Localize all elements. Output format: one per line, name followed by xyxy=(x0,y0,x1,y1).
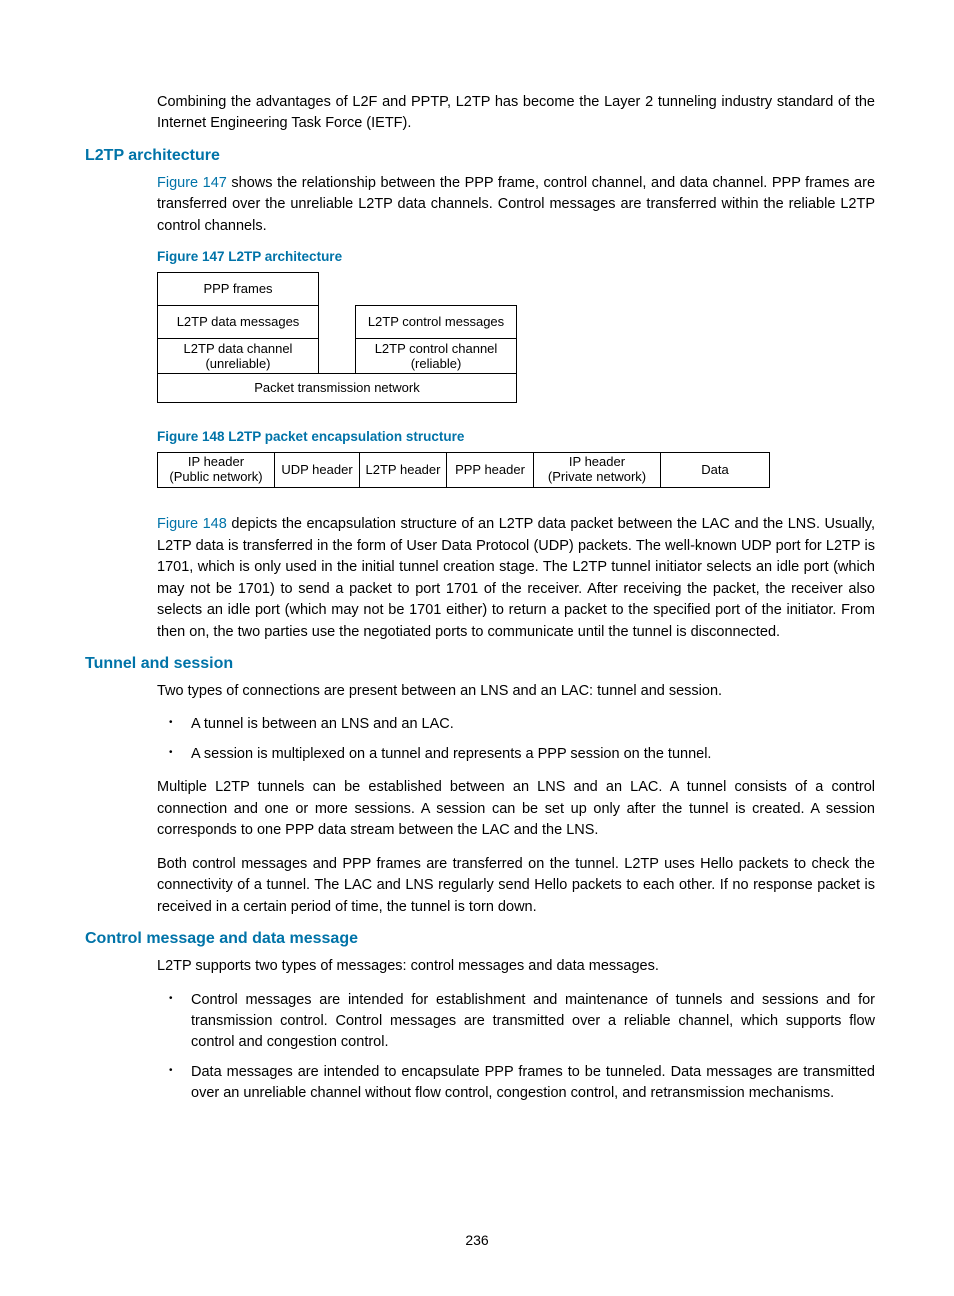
arch-p2: Figure 148 depicts the encapsulation str… xyxy=(157,514,875,643)
tunnel-p1: Two types of connections are present bet… xyxy=(157,681,875,702)
heading-tunnel-session: Tunnel and session xyxy=(85,655,875,673)
fig147-control-channel: L2TP control channel (reliable) xyxy=(355,338,517,374)
tunnel-bullet-1: A tunnel is between an LNS and an LAC. xyxy=(157,714,875,735)
heading-control-data-message: Control message and data message xyxy=(85,930,875,948)
fig148-l2tp-header: L2TP header xyxy=(359,452,447,488)
fig147-packet-transmission: Packet transmission network xyxy=(157,373,517,403)
msg-block: L2TP supports two types of messages: con… xyxy=(157,956,875,1105)
intro-block: Combining the advantages of L2F and PPTP… xyxy=(157,92,875,135)
fig148-udp-header: UDP header xyxy=(274,452,360,488)
tunnel-block: Two types of connections are present bet… xyxy=(157,681,875,918)
fig147-control-messages: L2TP control messages xyxy=(355,305,517,339)
intro-paragraph: Combining the advantages of L2F and PPTP… xyxy=(157,92,875,135)
tunnel-list: A tunnel is between an LNS and an LAC. A… xyxy=(157,714,875,765)
fig148-ppp-header: PPP header xyxy=(446,452,534,488)
tunnel-p3: Both control messages and PPP frames are… xyxy=(157,854,875,918)
arch-p1-block: Figure 147 shows the relationship betwee… xyxy=(157,173,875,237)
arch-p2-block: Figure 148 depicts the encapsulation str… xyxy=(157,514,875,643)
fig148-ip-private-l1: IP header xyxy=(538,455,656,470)
msg-bullet-1: Control messages are intended for establ… xyxy=(157,990,875,1054)
fig147-data-channel-l2: (unreliable) xyxy=(162,356,314,372)
heading-l2tp-architecture: L2TP architecture xyxy=(85,147,875,165)
fig147-data-channel-l1: L2TP data channel xyxy=(162,341,314,357)
arch-p1: Figure 147 shows the relationship betwee… xyxy=(157,173,875,237)
msg-p1: L2TP supports two types of messages: con… xyxy=(157,956,875,977)
arch-p2-rest: depicts the encapsulation structure of a… xyxy=(157,516,875,639)
fig147-data-channel: L2TP data channel (unreliable) xyxy=(157,338,319,374)
fig148-ip-public: IP header (Public network) xyxy=(157,452,275,488)
fig148-data: Data xyxy=(660,452,770,488)
page-content: Combining the advantages of L2F and PPTP… xyxy=(85,92,875,1117)
fig147-data-messages: L2TP data messages xyxy=(157,305,319,339)
tunnel-p2: Multiple L2TP tunnels can be established… xyxy=(157,777,875,841)
fig147-control-channel-l2: (reliable) xyxy=(360,356,512,372)
figure-148-diagram: IP header (Public network) UDP header L2… xyxy=(157,452,875,488)
fig147-control-channel-l1: L2TP control channel xyxy=(360,341,512,357)
msg-bullet-2: Data messages are intended to encapsulat… xyxy=(157,1062,875,1105)
tunnel-bullet-2: A session is multiplexed on a tunnel and… xyxy=(157,744,875,765)
fig148-ip-private: IP header (Private network) xyxy=(533,452,661,488)
figure-147-caption: Figure 147 L2TP architecture xyxy=(157,249,875,264)
fig148-ip-public-l1: IP header xyxy=(162,455,270,470)
figure-148-link[interactable]: Figure 148 xyxy=(157,516,227,532)
msg-list: Control messages are intended for establ… xyxy=(157,990,875,1105)
fig148-ip-public-l2: (Public network) xyxy=(162,470,270,485)
fig148-ip-private-l2: (Private network) xyxy=(538,470,656,485)
figure-148-caption: Figure 148 L2TP packet encapsulation str… xyxy=(157,429,875,444)
page-number: 236 xyxy=(0,1232,954,1248)
figure-147-link[interactable]: Figure 147 xyxy=(157,175,227,191)
fig147-ppp-frames: PPP frames xyxy=(157,272,319,306)
arch-p1-rest: shows the relationship between the PPP f… xyxy=(157,175,875,234)
figure-147-diagram: PPP frames L2TP data messages L2TP contr… xyxy=(157,272,875,403)
